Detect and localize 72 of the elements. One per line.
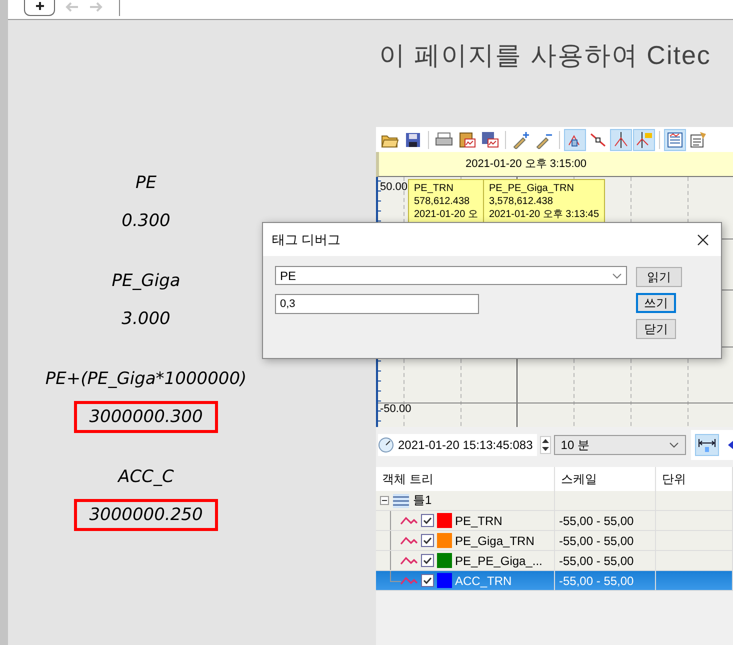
- scale-cell: -55,00 - 55,00: [559, 554, 634, 568]
- dialog-button[interactable]: 읽기: [636, 267, 682, 287]
- scale-cell: -55,00 - 55,00: [559, 514, 634, 528]
- chevron-down-icon: [668, 442, 679, 448]
- dialog-button[interactable]: 쓰기: [636, 293, 676, 313]
- add-button[interactable]: [24, 0, 55, 16]
- axis-label: -50.00: [380, 403, 412, 415]
- fit-width-icon: [698, 437, 716, 453]
- flag-cursor-icon: [635, 130, 653, 148]
- tooltip-tag: PE_TRN: [414, 182, 478, 195]
- collapse-icon[interactable]: [380, 496, 389, 505]
- line-point-icon: [589, 130, 607, 148]
- time-field[interactable]: 2021-01-20 15:13:45:083: [378, 434, 537, 456]
- tree-item[interactable]: 틀1: [413, 492, 432, 509]
- pen-label: PE_Giga_TRN: [455, 534, 534, 548]
- scale-cell: -55,00 - 55,00: [559, 574, 634, 588]
- pen-row[interactable]: PE_PE_Giga_... -55,00 - 55,00: [376, 551, 733, 571]
- checkbox[interactable]: [421, 514, 434, 527]
- checkbox[interactable]: [421, 554, 434, 567]
- trend-line-icon: [400, 576, 418, 586]
- pencil-plus-icon: [512, 130, 530, 148]
- tag-dropdown[interactable]: PE: [275, 266, 627, 285]
- pen-row[interactable]: ACC_TRN -55,00 - 55,00: [376, 571, 733, 591]
- clock-icon: [378, 437, 394, 453]
- scale-cell: -55,00 - 55,00: [559, 534, 634, 548]
- tooltip-tag: PE_PE_Giga_TRN: [488, 182, 600, 195]
- tag-value: 3.000: [120, 308, 172, 331]
- clipboard-chart-icon: [458, 130, 476, 148]
- trend-line-icon: [400, 536, 418, 546]
- tooltip-value: 3,578,612.438: [488, 195, 554, 208]
- time-span-dropdown[interactable]: 10 분: [554, 435, 686, 455]
- tag-label: ACC_C: [118, 467, 174, 487]
- document-icon: [689, 130, 707, 148]
- tag-label: PE+(PE_Giga*1000000): [45, 369, 247, 389]
- cursor-v-tool-button[interactable]: [610, 128, 632, 150]
- up-down-arrows-icon: [540, 437, 550, 453]
- time-axis-label: 2021-01-20 오후 3:15:00: [465, 157, 587, 172]
- checkbox[interactable]: [421, 574, 434, 587]
- tag-value: 3000000.300: [74, 401, 218, 433]
- tag-value: 0.300: [120, 210, 172, 233]
- tag-value: 3000000.250: [74, 499, 218, 531]
- pen-label: PE_TRN: [455, 514, 502, 528]
- table-icon: [392, 492, 410, 508]
- floppy-chart-icon: [481, 130, 499, 148]
- plus-icon: [34, 1, 44, 11]
- close-icon[interactable]: [697, 234, 709, 246]
- vertical-cursor-icon: [612, 130, 630, 148]
- cursor-flag-tool-button[interactable]: [633, 128, 655, 150]
- pen-label: ACC_TRN: [455, 574, 512, 588]
- dialog-button[interactable]: 닫기: [636, 319, 676, 339]
- tag-label: PE_Giga: [112, 271, 180, 291]
- list-tool-button[interactable]: [664, 128, 686, 150]
- tooltip-time: 2021-01-20 오후 3:13:45: [488, 208, 600, 221]
- tag-label: PE: [136, 173, 156, 193]
- value-input-field[interactable]: 0,3: [275, 294, 479, 314]
- tooltip-time: 2021-01-20 오: [414, 208, 478, 221]
- printer-icon: [435, 130, 453, 148]
- tooltip-value: 578,612.438: [414, 195, 471, 208]
- page-heading: 이 페이지를 사용하여 Citec: [379, 40, 711, 70]
- dialog-title: 태그 디버그: [272, 230, 341, 248]
- pen-row[interactable]: PE_Giga_TRN -55,00 - 55,00: [376, 531, 733, 551]
- spin-button[interactable]: [540, 436, 551, 454]
- list-chart-icon: [666, 130, 684, 148]
- fit-button[interactable]: [694, 434, 719, 456]
- axis-label: 50.00: [380, 181, 408, 193]
- trend-line-icon: [400, 556, 418, 566]
- checkbox[interactable]: [421, 534, 434, 547]
- chevron-down-icon: [612, 272, 622, 278]
- cursor-tool-button[interactable]: [564, 128, 586, 150]
- pen-label: PE_PE_Giga_...: [455, 554, 542, 568]
- trend-line-icon: [400, 516, 418, 526]
- pen-row[interactable]: PE_TRN -55,00 - 55,00: [376, 511, 733, 531]
